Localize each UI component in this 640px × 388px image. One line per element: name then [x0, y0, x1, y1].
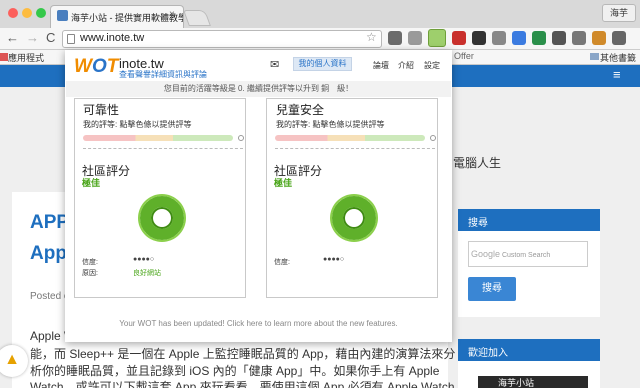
wot-extension-icon[interactable]: [428, 29, 446, 47]
bookmark-offer[interactable]: Offer: [454, 51, 474, 61]
profile-button[interactable]: 海芋: [602, 4, 636, 22]
community-grade: 極佳: [82, 178, 101, 188]
close-window-button[interactable]: [8, 8, 18, 18]
back-button[interactable]: ←: [6, 30, 19, 45]
page-icon: [67, 34, 75, 44]
google-logo: Google: [471, 249, 501, 259]
extension-icon[interactable]: [492, 31, 506, 45]
url-text[interactable]: www.inote.tw: [80, 32, 144, 44]
rating-bar[interactable]: [275, 135, 425, 141]
my-rating-label: 我的評等: 點擊色條以提供評等: [83, 120, 192, 129]
extension-icon[interactable]: [532, 31, 546, 45]
wot-details-link[interactable]: 查看聲譽詳細資訊與評論: [119, 69, 207, 80]
rating-knob[interactable]: [430, 135, 436, 141]
article-title[interactable]: APP: [30, 212, 69, 234]
bookmark-apps[interactable]: 應用程式: [8, 51, 44, 64]
tab-title: 海芋小站 - 提供實用軟體教學: [71, 13, 184, 23]
apps-icon: [0, 53, 8, 61]
wot-nav-settings[interactable]: 設定: [424, 60, 440, 71]
reputation-donut-icon: [332, 196, 376, 240]
confidence-dots: ●●●●○: [323, 256, 345, 263]
divider: [83, 148, 243, 149]
site-tagline: 電腦人生: [453, 156, 502, 170]
divider: [275, 148, 435, 149]
confidence-label: 信度:: [82, 259, 98, 266]
browser-tab[interactable]: 海芋小站 - 提供實用軟體教學: [50, 5, 184, 28]
menu-icon[interactable]: [612, 31, 626, 45]
search-placeholder: Google Custom Search: [471, 249, 551, 259]
reputation-donut-icon: [140, 196, 184, 240]
post-meta: Posted o: [30, 291, 70, 302]
confidence-dots: ●●●●○: [133, 256, 155, 263]
extension-icon[interactable]: [512, 31, 526, 45]
rating-bar[interactable]: [83, 135, 233, 141]
wot-nav-intro[interactable]: 介紹: [398, 60, 414, 71]
wot-nav-forum[interactable]: 論壇: [373, 60, 389, 71]
join-logo[interactable]: 海芋小站: [478, 376, 588, 388]
hamburger-menu-icon[interactable]: ≡: [613, 67, 621, 82]
favicon-icon: [57, 10, 68, 21]
join-widget-heading: 歡迎加入: [458, 339, 600, 361]
community-grade: 極佳: [274, 178, 293, 188]
search-widget-heading: 搜尋: [458, 209, 600, 231]
article-title[interactable]: App: [30, 243, 67, 265]
wot-profile-button[interactable]: 我的個人資料: [293, 57, 352, 71]
reload-button[interactable]: C: [46, 30, 55, 45]
extension-icon[interactable]: [388, 31, 402, 45]
tab-close-icon[interactable]: ×: [169, 9, 175, 20]
extension-icon[interactable]: [592, 31, 606, 45]
article-text: 能，而 Sleep++ 是一個在 Apple 上監控睡眠品質的 App，藉由內建…: [30, 347, 456, 361]
forward-button[interactable]: →: [26, 30, 39, 45]
extension-icon[interactable]: [472, 31, 486, 45]
extension-icon[interactable]: [552, 31, 566, 45]
extension-icon[interactable]: [572, 31, 586, 45]
search-button[interactable]: 搜尋: [468, 277, 516, 301]
confidence-label: 信度:: [274, 259, 290, 266]
zoom-window-button[interactable]: [36, 8, 46, 18]
panel-title: 兒童安全: [276, 103, 325, 117]
folder-icon: [590, 53, 599, 60]
wot-logo: WOT: [74, 56, 119, 77]
wot-activity-status: 您目前的活躍等級是 0. 繼續提供評等以升到 銅 級！: [66, 81, 451, 97]
article-text: 析你的睡眠品質，並且記錄到 iOS 內的「健康 App」中。如果你手上有 App…: [30, 364, 440, 378]
extension-icon[interactable]: [452, 31, 466, 45]
my-rating-label: 我的評等: 點擊色條以提供評等: [276, 120, 385, 129]
reason-value: 良好網站: [133, 270, 161, 277]
minimize-window-button[interactable]: [22, 8, 32, 18]
panel-title: 可靠性: [83, 103, 120, 117]
reason-label: 原因:: [82, 270, 98, 277]
mail-icon[interactable]: ✉: [270, 58, 279, 71]
rating-knob[interactable]: [238, 135, 244, 141]
article-text: Watch，或許可以下載這套 App 來玩看看。要使用這個 App 必須有 Ap…: [30, 380, 467, 388]
wot-update-notice[interactable]: Your WOT has been updated! Click here to…: [66, 319, 451, 328]
bookmark-other[interactable]: 其他書籤: [600, 51, 636, 64]
cast-icon[interactable]: [408, 31, 422, 45]
bookmark-star-icon[interactable]: ☆: [366, 30, 377, 44]
